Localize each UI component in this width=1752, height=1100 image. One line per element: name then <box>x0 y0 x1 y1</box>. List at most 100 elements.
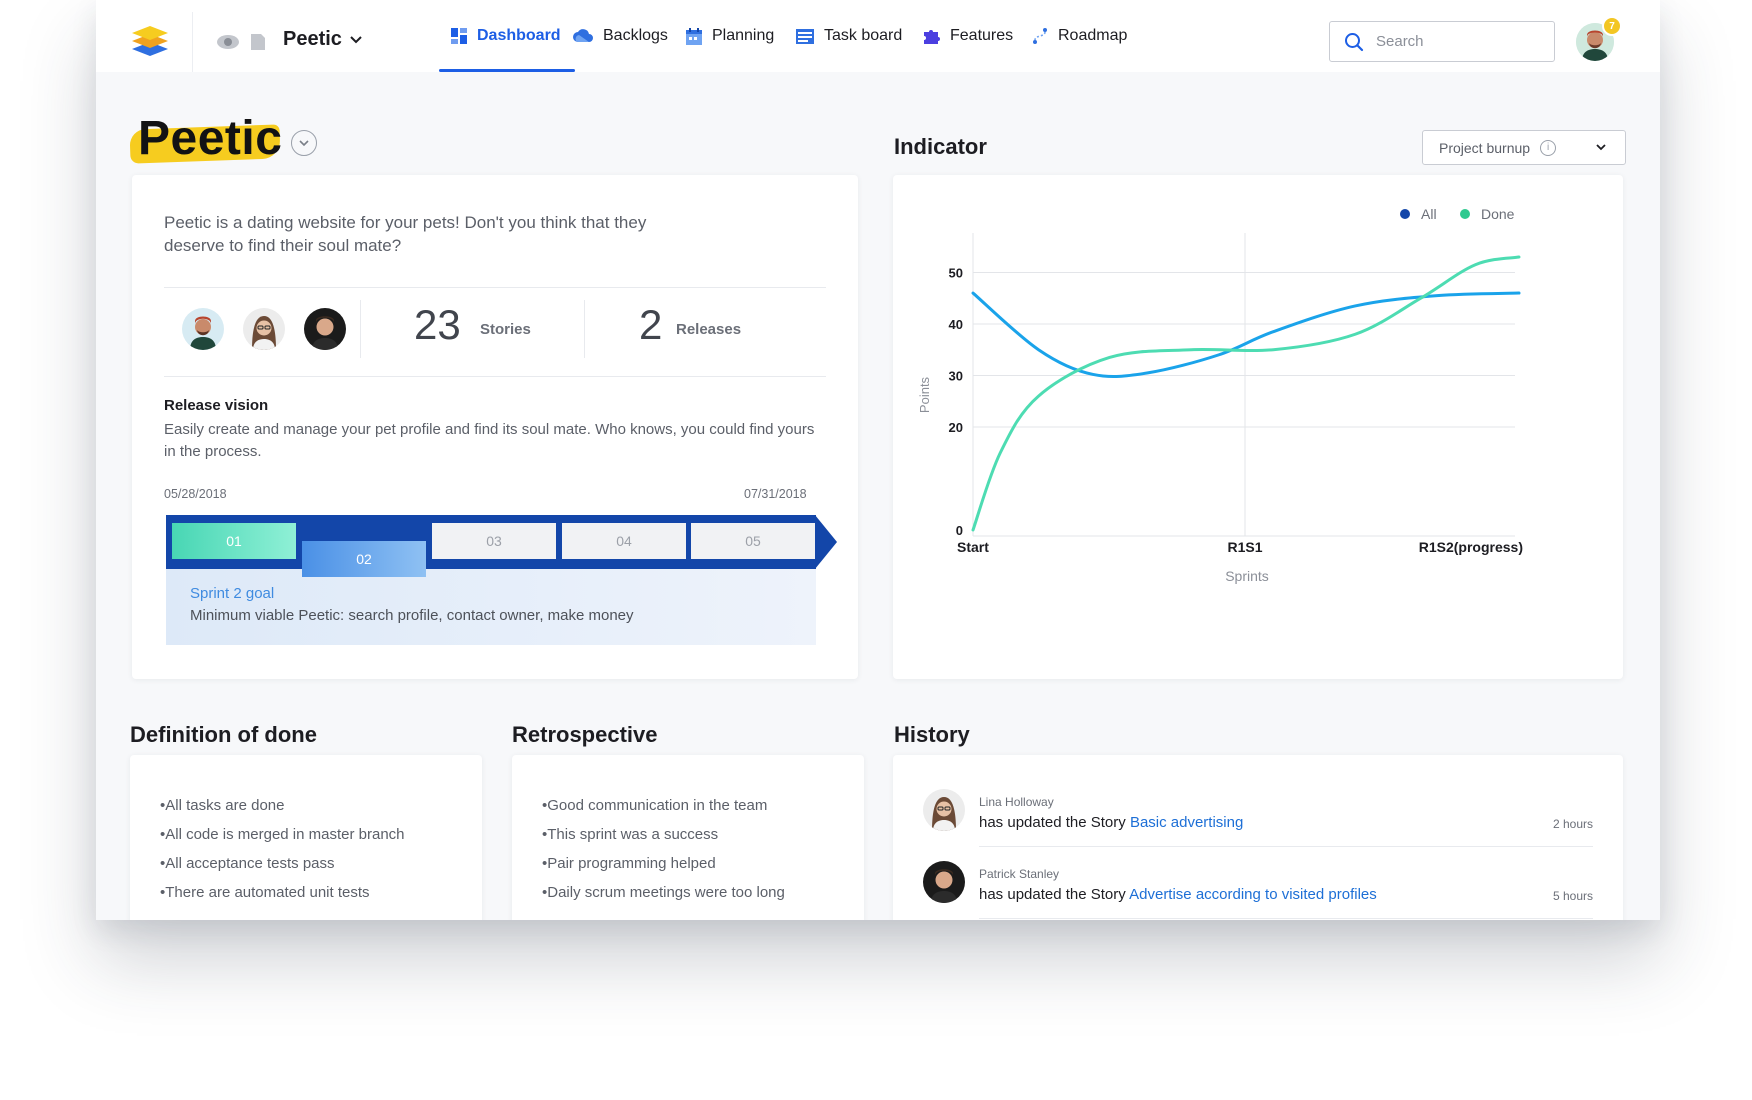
chevron-down-icon <box>299 139 309 146</box>
tab-features[interactable]: Features <box>922 0 1013 72</box>
app-window: Peetic Dashboard Backlogs Planning Task … <box>96 0 1660 920</box>
puzzle-icon <box>924 30 940 44</box>
tab-task-board[interactable]: Task board <box>796 0 902 72</box>
avatar[interactable] <box>304 308 346 350</box>
project-overview-card: Peetic is a dating website for your pets… <box>132 175 858 679</box>
history-user-name: Lina Holloway <box>979 795 1054 809</box>
project-title-block: Peetic <box>129 107 290 165</box>
avatar[interactable] <box>182 308 224 350</box>
dashboard-icon <box>451 28 467 44</box>
list-item: •All tasks are done <box>160 797 285 814</box>
history-time: 5 hours <box>1552 889 1593 903</box>
definition-of-done-card: •All tasks are done •All code is merged … <box>130 755 482 920</box>
sprint-05[interactable]: 05 <box>691 523 815 559</box>
history-title: History <box>894 722 970 747</box>
y-tick-label: 30 <box>949 368 963 383</box>
series-line-all <box>971 291 1521 379</box>
retrospective-card: •Good communication in the team •This sp… <box>512 755 864 920</box>
search-icon <box>1345 32 1364 51</box>
divider <box>360 300 361 358</box>
legend-label-all: All <box>1421 206 1437 222</box>
calendar-icon <box>686 27 702 45</box>
x-tick-label: R1S2(progress) <box>1419 539 1523 555</box>
tab-label: Task board <box>824 27 903 44</box>
start-date: 05/28/2018 <box>164 487 227 501</box>
divider <box>584 300 585 358</box>
cloud-icon <box>573 29 593 42</box>
top-navbar: Peetic Dashboard Backlogs Planning Task … <box>96 0 1660 72</box>
list-item: •All acceptance tests pass <box>160 855 335 872</box>
sprint-goal-title: Sprint 2 goal <box>190 585 275 602</box>
document-icon[interactable] <box>250 33 266 51</box>
y-axis-label: Points <box>917 376 932 413</box>
history-action: has updated the Story <box>979 886 1130 903</box>
list-item: •All code is merged in master branch <box>160 826 405 843</box>
notification-badge[interactable]: 7 <box>1602 16 1622 36</box>
release-vision-title: Release vision <box>164 397 269 414</box>
definition-of-done-list: •All tasks are done •All code is merged … <box>160 791 405 907</box>
avatar[interactable] <box>243 308 285 350</box>
timeline-arrow <box>815 515 837 569</box>
task-board-icon <box>796 28 814 44</box>
y-tick-label: 50 <box>949 265 963 280</box>
list-item: •This sprint was a success <box>542 826 719 843</box>
retrospective-list: •Good communication in the team •This sp… <box>542 791 785 907</box>
chevron-down-icon <box>350 35 362 43</box>
sprint-03[interactable]: 03 <box>432 523 556 559</box>
app-logo-icon[interactable] <box>130 22 170 58</box>
release-vision-text: Easily create and manage your pet profil… <box>164 421 815 460</box>
search-box[interactable] <box>1329 21 1555 62</box>
history-entry-text: has updated the Story Advertise accordin… <box>979 886 1377 903</box>
divider <box>164 287 826 288</box>
history-card: Lina Holloway has updated the Story Basi… <box>893 755 1623 920</box>
x-tick-label: R1S1 <box>1227 539 1262 555</box>
chart-type-select[interactable]: Project burnup i <box>1422 130 1626 165</box>
indicator-title: Indicator <box>894 134 987 159</box>
divider <box>979 846 1593 847</box>
project-switcher[interactable]: Peetic <box>283 28 362 51</box>
legend-marker-all <box>1400 209 1410 219</box>
releases-count: 2 <box>639 301 663 348</box>
legend-marker-done <box>1460 209 1470 219</box>
history-time: 2 hours <box>1552 817 1593 831</box>
sprint-04[interactable]: 04 <box>562 523 686 559</box>
burnup-chart: 0 20 30 40 50 Start R1S1 R1S2(progress) Sprints P… <box>917 206 1523 584</box>
x-tick-label: Start <box>957 539 989 555</box>
divider <box>164 376 826 377</box>
page-title: Peetic <box>138 112 283 165</box>
list-item: •Pair programming helped <box>542 855 716 872</box>
search-input[interactable] <box>1376 33 1536 50</box>
avatar[interactable] <box>923 789 965 831</box>
history-entry-text: has updated the Story Basic advertising <box>979 814 1243 831</box>
tab-label: Planning <box>712 27 775 44</box>
sprint-02[interactable]: 02 <box>302 541 426 577</box>
info-icon[interactable]: i <box>1540 139 1557 156</box>
sprint-timeline: 01 03 04 05 02 <box>166 515 837 577</box>
tab-backlogs[interactable]: Backlogs <box>573 0 668 72</box>
end-date: 07/31/2018 <box>744 487 807 501</box>
roadmap-icon <box>1033 28 1047 44</box>
list-item: •Daily scrum meetings were too long <box>542 884 785 901</box>
sprint-goal-text: Minimum viable Peetic: search profile, c… <box>190 607 634 624</box>
eye-icon[interactable] <box>216 34 240 50</box>
story-link[interactable]: Advertise according to visited profiles <box>1129 886 1377 903</box>
avatar[interactable] <box>923 861 965 903</box>
y-tick-label: 20 <box>949 420 963 435</box>
indicator-card: 0 20 30 40 50 Start R1S1 R1S2(progress) Sprints P… <box>893 175 1623 679</box>
retrospective-title: Retrospective <box>512 722 658 747</box>
stories-label: Stories <box>480 321 531 338</box>
list-item: •There are automated unit tests <box>160 884 370 901</box>
tab-planning[interactable]: Planning <box>686 0 774 72</box>
tab-label: Backlogs <box>603 27 668 44</box>
history-action: has updated the Story <box>979 814 1130 831</box>
x-axis-label: Sprints <box>1225 568 1269 584</box>
tab-dashboard[interactable]: Dashboard <box>439 0 575 72</box>
sprint-01[interactable]: 01 <box>172 523 296 559</box>
sprint-goal-panel: Sprint 2 goal Minimum viable Peetic: sea… <box>166 569 816 645</box>
divider <box>979 918 1593 919</box>
tab-roadmap[interactable]: Roadmap <box>1032 0 1127 72</box>
story-link[interactable]: Basic advertising <box>1130 814 1243 831</box>
y-tick-label: 0 <box>956 523 963 538</box>
list-item: •Good communication in the team <box>542 797 768 814</box>
project-options-button[interactable] <box>291 130 317 156</box>
